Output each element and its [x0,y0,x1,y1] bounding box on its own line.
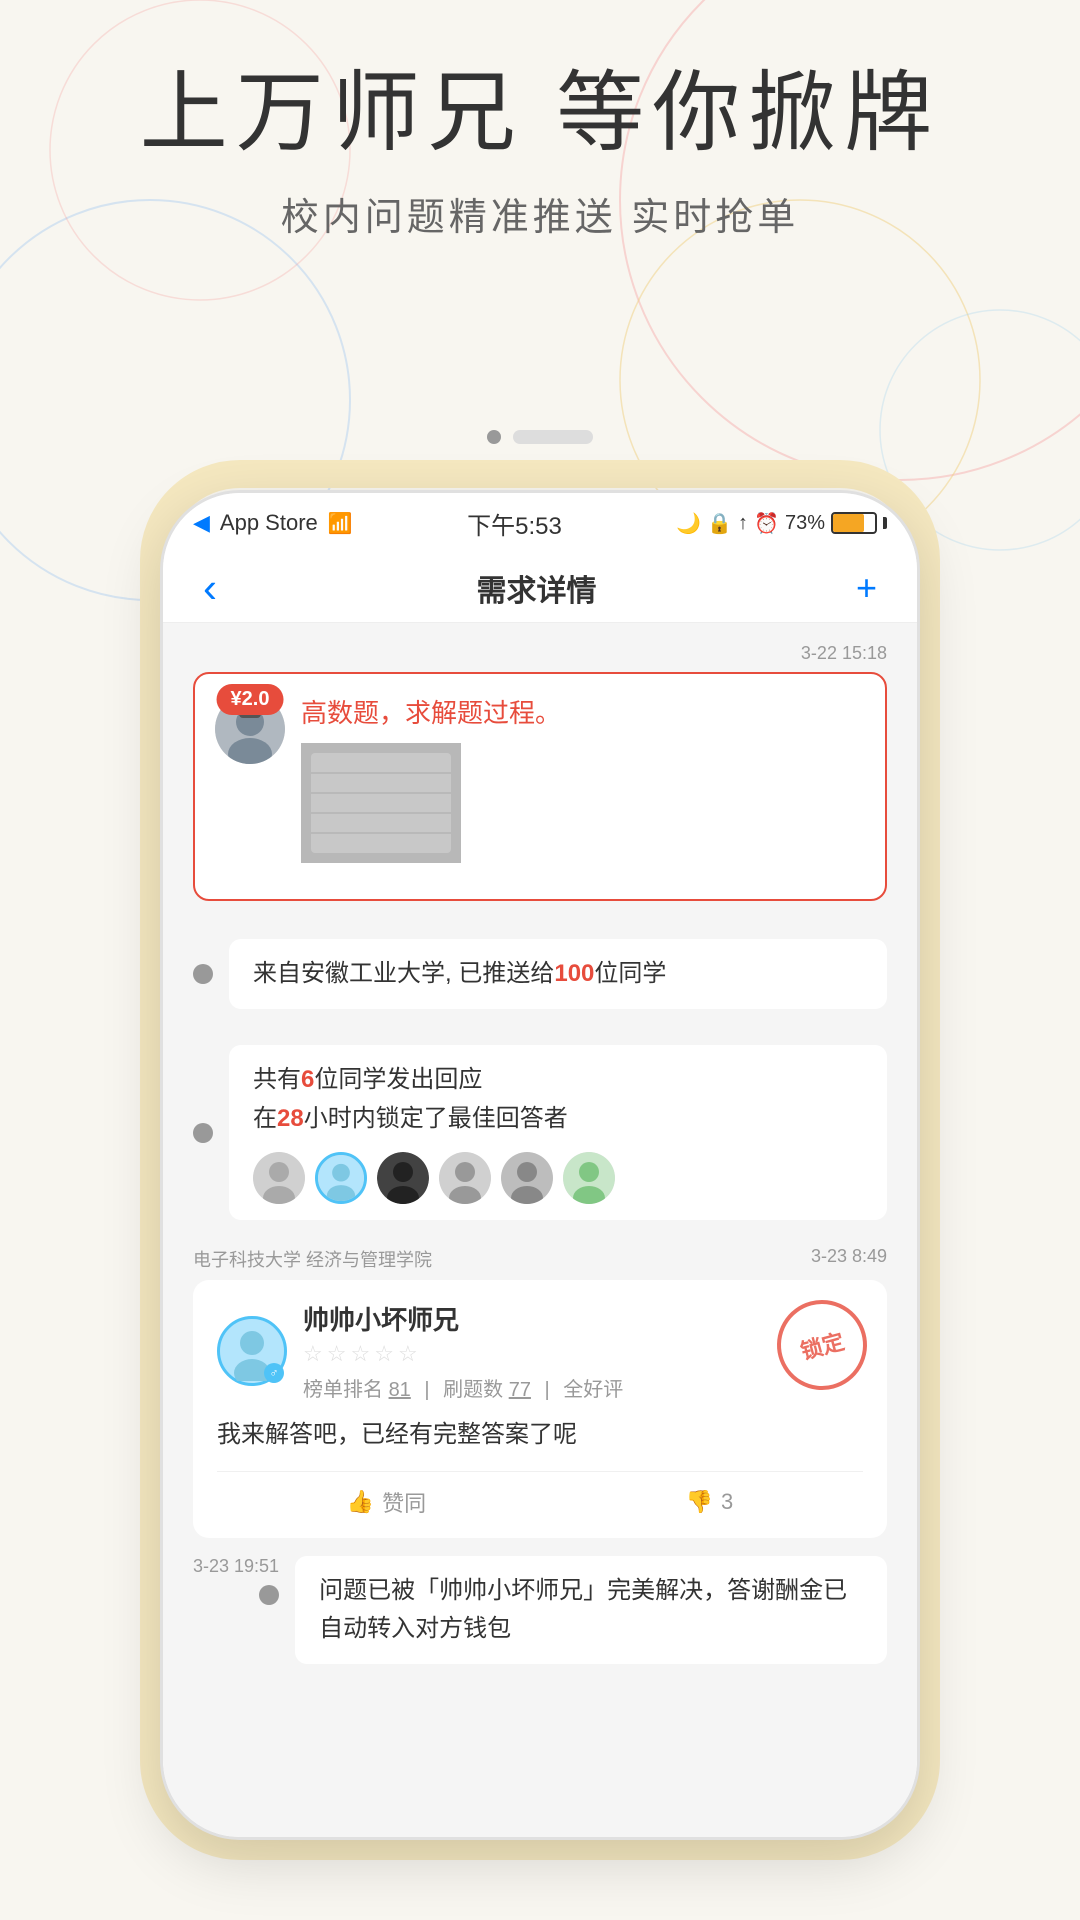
question-image[interactable] [301,743,461,863]
hero-title: 上万师兄 等你掀牌 [0,60,1080,166]
info-bubble-1: 来自安徽工业大学, 已推送给100位同学 [229,939,887,1009]
from-info-suffix: 位同学 [594,960,666,987]
hero-section: 上万师兄 等你掀牌 校内问题精准推送 实时抢单 [0,60,1080,241]
nav-back-button[interactable]: ‹ [203,564,217,612]
info-bubble-2: 共有6位同学发出回应 在28小时内锁定了最佳回答者 [229,1045,887,1220]
status-back-icon: ◀ [193,510,210,536]
status-left: ◀ App Store 📶 [193,510,353,536]
responses-line-2: 在28小时内锁定了最佳回答者 [253,1100,863,1138]
nav-bar: ‹ 需求详情 + [163,553,917,623]
answer-meta: 电子科技大学 经济与管理学院 3-23 8:49 [163,1238,917,1280]
pagination [487,430,593,444]
drill-label: 刷题数 [443,1379,503,1401]
timeline-dot-1 [193,964,213,984]
dislike-icon: 👎 [686,1489,713,1515]
count-prefix: 共有 [253,1066,301,1093]
answer-stats: 榜单排名 81 | 刷题数 77 | 全好评 [303,1373,863,1402]
answer-text: 我来解答吧，已经有完整答案了呢 [217,1416,863,1454]
lock-prefix: 在 [253,1105,277,1132]
answer-card: ♂ 帅帅小坏师兄 ☆ ☆ ☆ ☆ ☆ 榜单排名 81 | 刷题 [193,1280,887,1537]
lock-hours: 28 [277,1105,304,1132]
avatars-row [253,1152,863,1204]
mini-avatar-2 [315,1152,367,1204]
star-1: ☆ [303,1341,323,1367]
final-bubble: 问题已被「帅帅小坏师兄」完美解决，答谢酬金已自动转入对方钱包 [295,1556,887,1665]
answer-avatar: ♂ [217,1316,287,1386]
answer-actions: 👍 赞同 👎 3 [217,1471,863,1518]
answer-card-header: ♂ 帅帅小坏师兄 ☆ ☆ ☆ ☆ ☆ 榜单排名 81 | 刷题 [217,1300,863,1402]
moon-icon: 🌙 [676,511,701,536]
question-content: 高数题，求解题过程。 [301,694,865,863]
final-row: 3-23 19:51 问题已被「帅帅小坏师兄」完美解决，答谢酬金已自动转入对方钱… [163,1538,917,1683]
battery-bar [831,512,877,534]
alarm-icon: ⏰ [754,511,779,536]
app-store-label: App Store [220,510,318,536]
like-icon: 👍 [347,1489,374,1515]
timeline-dot-3 [259,1585,279,1605]
answer-timestamp: 3-23 8:49 [811,1246,887,1272]
status-right: 🌙 🔒 ↑ ⏰ 73% [676,511,887,536]
like-button[interactable]: 👍 赞同 [347,1486,426,1518]
review-label: 全好评 [563,1379,623,1401]
mini-avatar-1 [253,1152,305,1204]
wifi-icon: 📶 [328,511,353,536]
battery-percent: 73% [785,512,825,535]
pagination-dot-1[interactable] [487,430,501,444]
locked-label: 锁定 [797,1324,848,1366]
star-2: ☆ [327,1341,347,1367]
like-label: 赞同 [382,1486,426,1518]
content-area: 3-22 15:18 ¥2.0 [163,623,917,1837]
status-time: 下午5:53 [467,506,562,541]
mini-avatar-4 [439,1152,491,1204]
lock-icon: 🔒 [707,511,732,536]
dislike-button[interactable]: 👎 3 [686,1486,734,1518]
hero-subtitle: 校内问题精准推送 实时抢单 [0,186,1080,241]
count-suffix: 位同学发出回应 [314,1066,482,1093]
lock-suffix: 小时内锁定了最佳回答者 [304,1105,568,1132]
rank-value: 81 [389,1379,411,1401]
info-row-2: 共有6位同学发出回应 在28小时内锁定了最佳回答者 [163,1027,917,1238]
rank-label: 榜单排名 [303,1379,383,1401]
mini-avatar-3 [377,1152,429,1204]
from-count: 100 [554,960,594,987]
question-text: 高数题，求解题过程。 [301,694,865,733]
status-bar: ◀ App Store 📶 下午5:53 🌙 🔒 ↑ ⏰ 73% [163,493,917,553]
answer-school: 电子科技大学 经济与管理学院 [193,1246,432,1272]
avatar-wrapper: ¥2.0 [215,694,285,764]
final-timeline: 3-23 19:51 [193,1556,279,1605]
question-card-wrapper: 3-22 15:18 ¥2.0 [163,623,917,921]
question-timestamp: 3-22 15:18 [193,643,887,664]
drill-value: 77 [509,1379,531,1401]
question-card: ¥2.0 高数题，求解题过程。 [193,672,887,901]
dislike-count: 3 [721,1489,733,1515]
timeline-dot-2 [193,1123,213,1143]
separator-1: | [424,1379,429,1401]
nav-title: 需求详情 [476,566,596,610]
star-4: ☆ [374,1341,394,1367]
star-5: ☆ [398,1341,418,1367]
response-count: 6 [301,1066,314,1093]
mini-avatar-6 [563,1152,615,1204]
star-3: ☆ [350,1341,370,1367]
question-header: ¥2.0 高数题，求解题过程。 [215,694,865,863]
price-badge: ¥2.0 [217,684,284,715]
mini-avatar-5 [501,1152,553,1204]
responses-line-1: 共有6位同学发出回应 [253,1061,863,1099]
nav-plus-button[interactable]: + [856,567,877,609]
from-info-prefix: 来自安徽工业大学, 已推送给 [253,960,554,987]
phone-mockup: ◀ App Store 📶 下午5:53 🌙 🔒 ↑ ⏰ 73% ‹ 需求详情 … [160,490,920,1840]
final-timestamp: 3-23 19:51 [193,1556,279,1577]
battery-fill [833,514,864,532]
location-icon: ↑ [738,512,748,535]
pagination-bar[interactable] [513,430,593,444]
battery-tip [883,517,887,529]
info-row-1: 来自安徽工业大学, 已推送给100位同学 [163,921,917,1027]
separator-2: | [545,1379,550,1401]
